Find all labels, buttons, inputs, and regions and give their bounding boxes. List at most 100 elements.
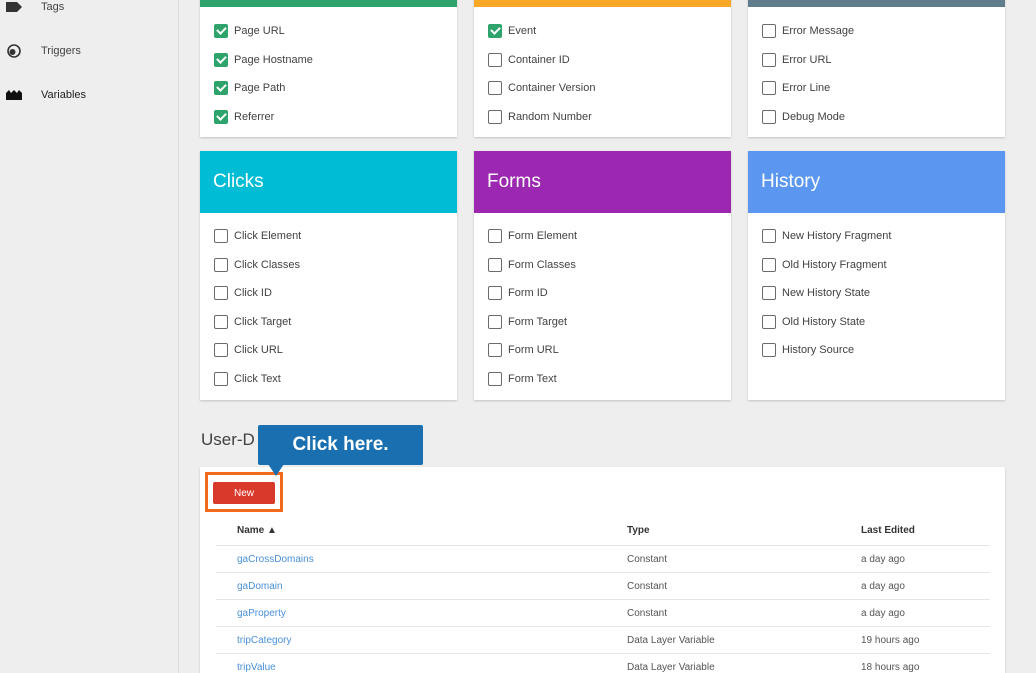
checkbox-referrer[interactable]: Referrer [214, 108, 274, 126]
checkbox-random-number[interactable]: Random Number [488, 108, 592, 126]
checkbox-form-id[interactable]: Form ID [488, 284, 548, 302]
checkbox-icon [214, 229, 228, 243]
checkbox-icon [214, 315, 228, 329]
sidebar-item-label: Triggers [41, 45, 81, 57]
table-row: gaDomain Constant a day ago [216, 572, 990, 599]
variable-type: Data Layer Variable [627, 662, 715, 673]
checkbox-icon [214, 258, 228, 272]
checkbox-error-message[interactable]: Error Message [762, 22, 854, 40]
checkbox-debug-mode[interactable]: Debug Mode [762, 108, 845, 126]
checkbox-icon [762, 286, 776, 300]
errors-card: Error Message Error URL Error Line Debug… [748, 0, 1005, 137]
checkbox-event[interactable]: Event [488, 22, 536, 40]
table-row: tripValue Data Layer Variable 18 hours a… [216, 653, 990, 673]
checkbox-click-element[interactable]: Click Element [214, 227, 301, 245]
checkbox-checked-icon [488, 24, 502, 38]
checkbox-icon [488, 315, 502, 329]
table-row: gaProperty Constant a day ago [216, 599, 990, 626]
sidebar-item-label: Variables [41, 89, 87, 101]
new-variable-button[interactable]: New [213, 482, 275, 504]
checkbox-container-id[interactable]: Container ID [488, 51, 570, 69]
history-card: History New History Fragment Old History… [748, 151, 1005, 400]
checkbox-click-text[interactable]: Click Text [214, 370, 281, 388]
checkbox-icon [488, 110, 502, 124]
checkbox-checked-icon [214, 81, 228, 95]
column-header-type[interactable]: Type [627, 525, 650, 536]
tutorial-callout: Click here. [258, 425, 423, 465]
checkbox-click-classes[interactable]: Click Classes [214, 256, 300, 274]
checkbox-form-classes[interactable]: Form Classes [488, 256, 576, 274]
checkbox-history-source[interactable]: History Source [762, 341, 854, 359]
checkbox-icon [488, 229, 502, 243]
variable-name-link[interactable]: gaProperty [237, 608, 286, 619]
checkbox-new-history-state[interactable]: New History State [762, 284, 870, 302]
utilities-card: Event Container ID Container Version Ran… [474, 0, 731, 137]
checkbox-form-url[interactable]: Form URL [488, 341, 559, 359]
table-row: tripCategory Data Layer Variable 19 hour… [216, 626, 990, 653]
checkbox-icon [762, 258, 776, 272]
utilities-card-header [474, 0, 731, 7]
sidebar-item-tags[interactable]: Tags [0, 0, 179, 22]
variable-name-link[interactable]: tripCategory [237, 635, 291, 646]
checkbox-container-version[interactable]: Container Version [488, 79, 595, 97]
table-row: gaCrossDomains Constant a day ago [216, 545, 990, 572]
pages-card-header [200, 0, 457, 7]
checkbox-page-url[interactable]: Page URL [214, 22, 285, 40]
checkbox-error-line[interactable]: Error Line [762, 79, 830, 97]
user-defined-title: User-D [201, 430, 255, 449]
clicks-card: Clicks Click Element Click Classes Click… [200, 151, 457, 400]
checkbox-form-target[interactable]: Form Target [488, 313, 567, 331]
variable-last-edited: a day ago [861, 581, 905, 592]
checkbox-icon [762, 110, 776, 124]
column-header-name[interactable]: Name ▲ [237, 525, 277, 536]
checkbox-icon [214, 372, 228, 386]
variable-type: Data Layer Variable [627, 635, 715, 646]
variable-name-link[interactable]: gaDomain [237, 581, 283, 592]
checkbox-checked-icon [214, 53, 228, 67]
checkbox-icon [762, 24, 776, 38]
checkbox-form-text[interactable]: Form Text [488, 370, 557, 388]
checkbox-icon [488, 53, 502, 67]
tutorial-callout-pointer [268, 464, 284, 476]
tag-icon [6, 0, 22, 15]
checkbox-old-history-state[interactable]: Old History State [762, 313, 865, 331]
variable-last-edited: 18 hours ago [861, 662, 920, 673]
checkbox-icon [762, 315, 776, 329]
checkbox-form-element[interactable]: Form Element [488, 227, 577, 245]
forms-card: Forms Form Element Form Classes Form ID … [474, 151, 731, 400]
checkbox-icon [762, 343, 776, 357]
sidebar: Tags Triggers Variables [0, 0, 179, 673]
checkbox-click-id[interactable]: Click ID [214, 284, 272, 302]
clicks-card-title: Clicks [200, 151, 457, 213]
variable-type: Constant [627, 581, 668, 592]
checkbox-click-url[interactable]: Click URL [214, 341, 283, 359]
column-header-last-edited[interactable]: Last Edited [861, 525, 915, 536]
variable-type: Constant [627, 554, 668, 565]
checkbox-click-target[interactable]: Click Target [214, 313, 291, 331]
checkbox-icon [762, 53, 776, 67]
variable-last-edited: a day ago [861, 608, 905, 619]
checkbox-icon [762, 81, 776, 95]
checkbox-checked-icon [214, 24, 228, 38]
checkbox-icon [762, 229, 776, 243]
checkbox-checked-icon [214, 110, 228, 124]
variable-name-link[interactable]: gaCrossDomains [237, 554, 314, 565]
checkbox-icon [214, 343, 228, 357]
checkbox-icon [488, 81, 502, 95]
checkbox-new-history-fragment[interactable]: New History Fragment [762, 227, 891, 245]
checkbox-icon [214, 286, 228, 300]
variable-last-edited: a day ago [861, 554, 905, 565]
sidebar-item-variables[interactable]: Variables [0, 80, 179, 110]
variable-type: Constant [627, 608, 668, 619]
sidebar-item-triggers[interactable]: Triggers [0, 36, 179, 66]
history-card-title: History [748, 151, 1005, 213]
checkbox-icon [488, 372, 502, 386]
checkbox-old-history-fragment[interactable]: Old History Fragment [762, 256, 887, 274]
checkbox-page-hostname[interactable]: Page Hostname [214, 51, 313, 69]
pages-card: Page URL Page Hostname Page Path Referre… [200, 0, 457, 137]
main-content: Page URL Page Hostname Page Path Referre… [180, 0, 1036, 673]
variable-name-link[interactable]: tripValue [237, 662, 276, 673]
checkbox-error-url[interactable]: Error URL [762, 51, 832, 69]
sidebar-item-label: Tags [41, 1, 65, 13]
checkbox-page-path[interactable]: Page Path [214, 79, 285, 97]
